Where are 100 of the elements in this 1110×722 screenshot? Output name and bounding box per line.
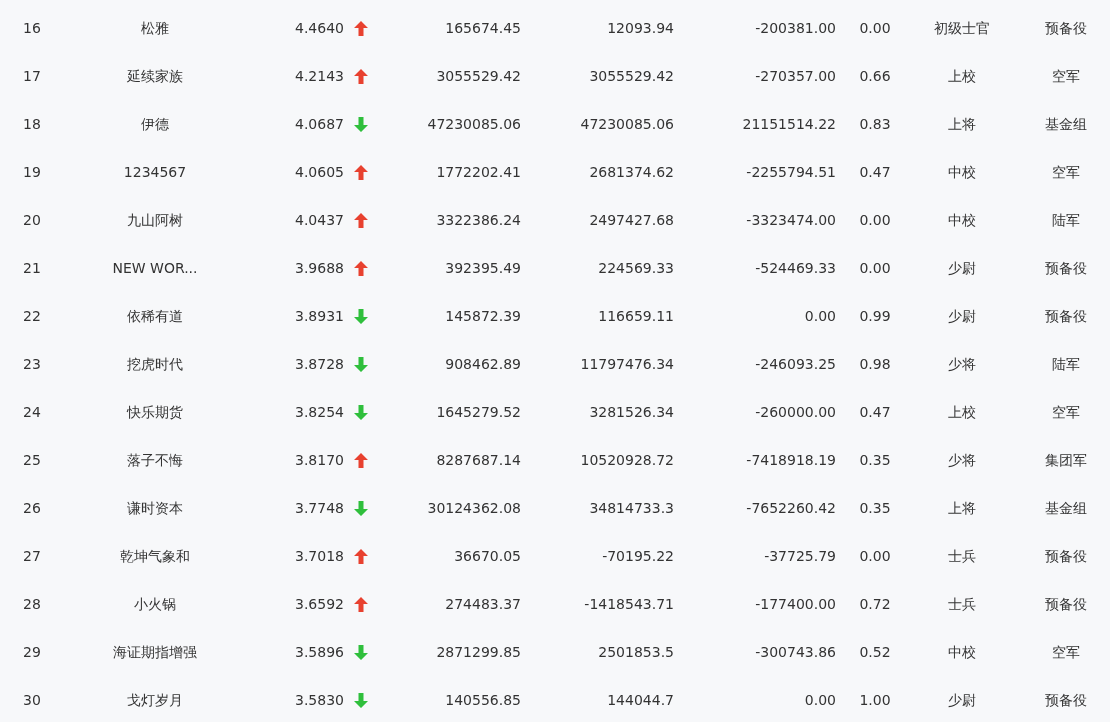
table-cell-text: 0.52	[859, 642, 891, 662]
group-text: 空军	[1051, 642, 1080, 662]
rank-title-text: 上将	[948, 114, 976, 134]
table-cell-text: 0.00	[859, 258, 891, 278]
name-text: 小火锅	[134, 594, 176, 614]
table-cell-text: -7418918.19	[746, 450, 836, 470]
table-cell-text: 392395.49	[445, 258, 521, 278]
rank-title-text: 士兵	[948, 594, 976, 614]
table-cell-text: 11797476.34	[580, 354, 674, 374]
name-text: 九山阿树	[127, 210, 183, 230]
table-cell-text: 0.00	[859, 210, 891, 230]
name-text: 海证期指增强	[113, 642, 197, 662]
table-cell-text: 1.00	[859, 690, 891, 710]
table-cell-text: 2501853.5	[598, 642, 674, 662]
score-text: 3.7018	[295, 546, 344, 566]
name-text: 快乐期货	[127, 402, 183, 422]
rank-text: 19	[23, 162, 41, 182]
rank-text: 22	[23, 306, 41, 326]
table-cell-text: 2871299.85	[436, 642, 521, 662]
table-cell-text: 47230085.06	[427, 114, 521, 134]
rank-text: 17	[23, 66, 41, 86]
table-cell-text: 0.35	[859, 450, 891, 470]
name-text: 乾坤气象和	[120, 546, 190, 566]
table-cell-text: 0.47	[859, 162, 891, 182]
table-cell-text: 274483.37	[445, 594, 521, 614]
score-text: 3.5896	[295, 642, 344, 662]
group-text: 预备役	[1044, 594, 1087, 614]
name-text: 戈灯岁月	[127, 690, 183, 710]
score-text: 3.7748	[295, 498, 344, 518]
table-cell-text: -300743.86	[755, 642, 836, 662]
table-cell-text: 30124362.08	[427, 498, 521, 518]
rank-title-text: 少尉	[948, 690, 976, 710]
table-cell-text: -246093.25	[755, 354, 836, 374]
table-cell-text: 34814733.3	[589, 498, 674, 518]
name-text: 落子不悔	[127, 450, 183, 470]
table-cell-text: 0.00	[804, 306, 836, 326]
rank-text: 30	[23, 690, 41, 710]
rank-title-text: 上校	[948, 66, 976, 86]
table-cell-text: -7652260.42	[746, 498, 836, 518]
table-cell-text: 0.00	[859, 546, 891, 566]
score-text: 3.6592	[295, 594, 344, 614]
table-cell-text: 0.72	[859, 594, 891, 614]
table-cell-text: 144044.7	[607, 690, 674, 710]
table-cell-text: -3323474.00	[746, 210, 836, 230]
score-text: 3.8170	[295, 450, 344, 470]
group-text: 预备役	[1044, 306, 1087, 326]
rank-title-text: 上校	[948, 402, 976, 422]
group-text: 基金组	[1044, 114, 1087, 134]
table-cell-text: 47230085.06	[580, 114, 674, 134]
rank-text: 24	[23, 402, 41, 422]
table-cell-text: 3281526.34	[589, 402, 674, 422]
table-cell-text: -177400.00	[755, 594, 836, 614]
table-cell-text: -1418543.71	[584, 594, 674, 614]
name-text: NEW WOR...	[112, 258, 198, 278]
table-cell-text: 2681374.62	[589, 162, 674, 182]
rank-text: 25	[23, 450, 41, 470]
table-cell-text: 36670.05	[454, 546, 521, 566]
group-text: 空军	[1051, 402, 1080, 422]
rank-text: 18	[23, 114, 41, 134]
rank-title-text: 中校	[948, 210, 976, 230]
table-cell-text: 0.35	[859, 498, 891, 518]
table-cell-text: -270357.00	[755, 66, 836, 86]
table-cell-text: 3055529.42	[589, 66, 674, 86]
table-cell-text: 165674.45	[445, 18, 521, 38]
rank-title-text: 少将	[948, 450, 976, 470]
name-text: 谦时资本	[127, 498, 183, 518]
name-text: 1234567	[123, 162, 187, 182]
rank-text: 23	[23, 354, 41, 374]
table-cell-text: 0.47	[859, 402, 891, 422]
score-text: 4.0437	[295, 210, 344, 230]
table-cell-text: 0.00	[804, 690, 836, 710]
table-cell-text: -200381.00	[755, 18, 836, 38]
table-cell-text: 0.66	[859, 66, 891, 86]
score-text: 3.8931	[295, 306, 344, 326]
rank-title-text: 中校	[948, 162, 976, 182]
name-text: 挖虎时代	[127, 354, 183, 374]
table-cell-text: 2497427.68	[589, 210, 674, 230]
table-cell-text: 224569.33	[598, 258, 674, 278]
score-text: 3.8728	[295, 354, 344, 374]
table-cell-text: -37725.79	[764, 546, 836, 566]
score-text: 4.2143	[295, 66, 344, 86]
table-cell-text: -524469.33	[755, 258, 836, 278]
rank-text: 28	[23, 594, 41, 614]
group-text: 空军	[1051, 66, 1080, 86]
table-cell-text: 0.99	[859, 306, 891, 326]
name-text: 伊德	[141, 114, 169, 134]
table-cell-text: -260000.00	[755, 402, 836, 422]
rank-text: 29	[23, 642, 41, 662]
rank-text: 20	[23, 210, 41, 230]
table-cell-text: -70195.22	[602, 546, 674, 566]
rank-title-text: 少将	[948, 354, 976, 374]
group-text: 预备役	[1044, 18, 1087, 38]
table-cell-text: 908462.89	[445, 354, 521, 374]
table-cell-text: 3322386.24	[436, 210, 521, 230]
table-cell-text: 116659.11	[598, 306, 674, 326]
score-text: 4.4640	[295, 18, 344, 38]
table-cell-text: -2255794.51	[746, 162, 836, 182]
table-cell-text: 1772202.41	[436, 162, 521, 182]
table-cell-text: 8287687.14	[436, 450, 521, 470]
group-text: 预备役	[1044, 258, 1087, 278]
